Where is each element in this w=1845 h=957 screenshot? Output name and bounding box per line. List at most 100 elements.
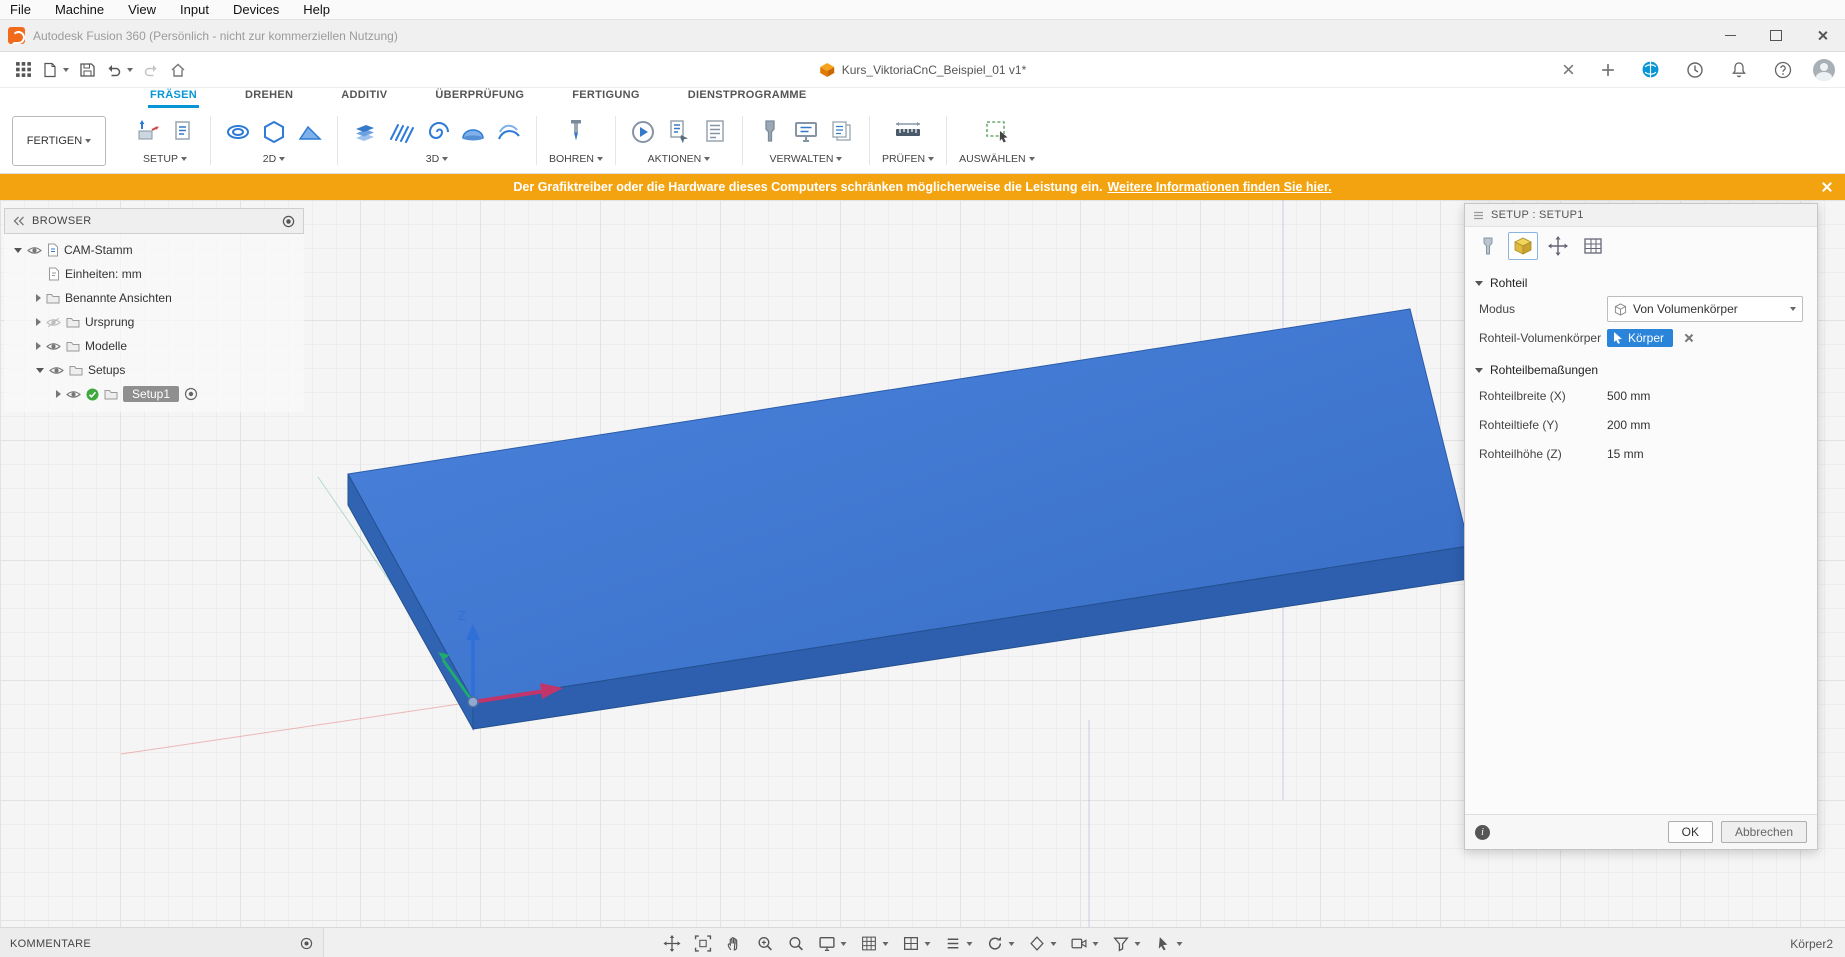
data-panel-button[interactable]: [10, 57, 37, 82]
redo-button[interactable]: [138, 58, 165, 82]
group-label-aktionen[interactable]: AKTIONEN: [648, 153, 711, 165]
browser-item-units[interactable]: Einheiten: mm: [4, 262, 304, 286]
drill-icon[interactable]: [561, 117, 591, 147]
browser-item-label[interactable]: Benannte Ansichten: [65, 291, 172, 305]
viewports-button[interactable]: [898, 932, 934, 955]
new-document-button[interactable]: [1596, 59, 1620, 81]
browser-item-cam-root[interactable]: CAM-Stamm: [4, 238, 304, 262]
cancel-button[interactable]: Abbrechen: [1721, 821, 1807, 843]
browser-item-label[interactable]: CAM-Stamm: [64, 243, 133, 257]
menu-item-devices[interactable]: Devices: [233, 2, 279, 17]
steps-button[interactable]: [940, 932, 976, 955]
zoom-button[interactable]: [752, 932, 777, 955]
modus-dropdown[interactable]: Von Volumenkörper: [1607, 296, 1803, 322]
tab-ueberpruefung[interactable]: ÜBERPRÜFUNG: [433, 87, 526, 108]
help-button[interactable]: [1769, 57, 1797, 83]
zoom-fit-button[interactable]: [690, 932, 715, 955]
parallel-icon[interactable]: [386, 117, 416, 147]
collapse-panel-icon[interactable]: [13, 216, 25, 226]
close-document-button[interactable]: [1557, 59, 1580, 80]
job-status-button[interactable]: [1681, 57, 1709, 83]
group-label-3d[interactable]: 3D: [426, 153, 448, 165]
group-label-verwalten[interactable]: VERWALTEN: [769, 153, 842, 165]
menu-item-file[interactable]: File: [10, 2, 31, 17]
selection-filter-button[interactable]: [1108, 932, 1144, 955]
section-rohteil[interactable]: Rohteil: [1475, 276, 1817, 290]
new-setup-icon[interactable]: [132, 117, 162, 147]
look-at-button[interactable]: [783, 932, 808, 955]
browser-item-label[interactable]: Modelle: [85, 339, 127, 353]
post-process-icon[interactable]: [664, 117, 694, 147]
group-label-pruefen[interactable]: PRÜFEN: [882, 153, 934, 165]
expand-arrow-icon[interactable]: [14, 248, 22, 253]
expand-arrow-icon[interactable]: [36, 342, 41, 350]
viewport[interactable]: Z BROWSER CAM-Stamm Einheiten: mm: [0, 200, 1845, 927]
select-tool-button[interactable]: [1150, 932, 1186, 955]
save-button[interactable]: [74, 58, 100, 82]
post-library-icon[interactable]: [168, 117, 198, 147]
expand-comments-icon[interactable]: [300, 937, 313, 950]
expand-arrow-icon[interactable]: [36, 294, 41, 302]
display-mode-icon[interactable]: [282, 215, 295, 228]
tab-fertigung[interactable]: FERTIGUNG: [570, 87, 641, 108]
undo-button[interactable]: [100, 58, 138, 82]
browser-item-setup1[interactable]: Setup1: [4, 382, 304, 406]
browser-header[interactable]: BROWSER: [4, 208, 304, 234]
body-selection-chip[interactable]: Körper: [1607, 329, 1673, 347]
minimize-button[interactable]: [1707, 20, 1753, 51]
eye-icon[interactable]: [49, 365, 64, 376]
stock-body[interactable]: [348, 309, 1469, 729]
scallop-icon[interactable]: [458, 117, 488, 147]
tab-setup-machine[interactable]: [1473, 232, 1503, 260]
fertigen-dropdown-button[interactable]: FERTIGEN: [12, 116, 106, 166]
tab-additiv[interactable]: ADDITIV: [339, 87, 389, 108]
menu-item-view[interactable]: View: [128, 2, 156, 17]
group-label-setup[interactable]: SETUP: [143, 153, 187, 165]
browser-item-label[interactable]: Einheiten: mm: [65, 267, 142, 281]
browser-item-origin[interactable]: Ursprung: [4, 310, 304, 334]
remove-selection-icon[interactable]: [1683, 332, 1695, 344]
face-milling-icon[interactable]: [223, 117, 253, 147]
eye-icon[interactable]: [46, 341, 61, 352]
section-rohteilbemassungen[interactable]: Rohteilbemaßungen: [1475, 363, 1817, 377]
browser-item-label-selected[interactable]: Setup1: [123, 386, 179, 402]
simulate-icon[interactable]: [628, 117, 658, 147]
tab-dienstprogramme[interactable]: DIENSTPROGRAMME: [686, 87, 809, 108]
expand-arrow-icon[interactable]: [36, 318, 41, 326]
selection-box-icon[interactable]: [982, 117, 1012, 147]
appearance-button[interactable]: [1024, 932, 1060, 955]
tab-post-process[interactable]: [1543, 232, 1573, 260]
notifications-button[interactable]: [1725, 57, 1753, 83]
close-button[interactable]: [1799, 20, 1845, 51]
origin-point[interactable]: [468, 697, 478, 707]
tab-operations[interactable]: [1578, 232, 1608, 260]
section-collapse-icon[interactable]: [1475, 281, 1483, 286]
measure-icon[interactable]: [893, 117, 923, 147]
grid-snaps-button[interactable]: [856, 932, 892, 955]
tab-drehen[interactable]: DREHEN: [243, 87, 295, 108]
browser-item-label[interactable]: Ursprung: [85, 315, 134, 329]
eye-icon[interactable]: [66, 389, 81, 400]
ok-button[interactable]: OK: [1668, 821, 1713, 843]
expand-arrow-icon[interactable]: [36, 368, 44, 373]
tool-library-icon[interactable]: [755, 117, 785, 147]
group-label-bohren[interactable]: BOHREN: [549, 153, 603, 165]
setup-dialog-header[interactable]: SETUP : SETUP1: [1465, 204, 1817, 227]
maximize-button[interactable]: [1753, 20, 1799, 51]
document-tab[interactable]: Kurs_ViktoriaCnC_Beispiel_01 v1*: [819, 52, 1027, 87]
browser-item-named-views[interactable]: Benannte Ansichten: [4, 286, 304, 310]
browser-item-models[interactable]: Modelle: [4, 334, 304, 358]
2d-pocket-icon[interactable]: [259, 117, 289, 147]
group-label-auswaehlen[interactable]: AUSWÄHLEN: [959, 153, 1035, 165]
chamfer-icon[interactable]: [295, 117, 325, 147]
extensions-button[interactable]: [1636, 56, 1665, 83]
menu-item-help[interactable]: Help: [303, 2, 330, 17]
machine-library-icon[interactable]: [791, 117, 821, 147]
expand-arrow-icon[interactable]: [56, 390, 61, 398]
refresh-button[interactable]: [982, 932, 1018, 955]
section-collapse-icon[interactable]: [1475, 368, 1483, 373]
pan-hand-button[interactable]: [721, 932, 746, 955]
user-avatar[interactable]: [1813, 59, 1835, 81]
menu-item-input[interactable]: Input: [180, 2, 209, 17]
adaptive-clearing-icon[interactable]: [350, 117, 380, 147]
